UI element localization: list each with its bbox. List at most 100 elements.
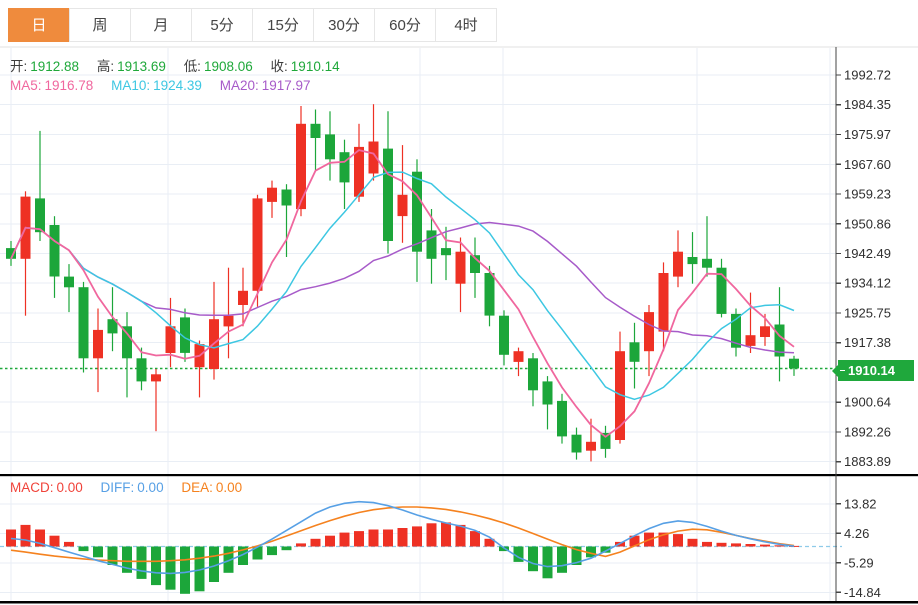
ohlc-legend: 开: 1912.88 高: 1913.69 低: 1908.06 收: 1910.14 [10, 55, 354, 75]
candle-body [238, 290, 248, 305]
tab-15min[interactable]: 15分 [252, 8, 314, 42]
macd-bar [151, 546, 161, 586]
candle-body [339, 152, 350, 183]
macd-bar [760, 544, 770, 547]
candle-body [571, 434, 582, 453]
candle-body [499, 315, 509, 355]
candle-body [64, 276, 74, 288]
candle-body [252, 198, 263, 291]
axis-tick-label: -5.29 [844, 555, 874, 570]
macd-bar [165, 546, 176, 590]
macd-bar [296, 543, 306, 547]
candle-body [310, 123, 321, 138]
close-value: 1910.14 [290, 59, 340, 74]
candle-body [165, 326, 176, 353]
current-price-value: 1910.14 [848, 363, 895, 378]
macd-bar [310, 538, 321, 547]
candle-body [557, 400, 567, 437]
axis-tick-label: -14.84 [844, 585, 881, 600]
candle-body [629, 342, 640, 362]
low-label: 低: [183, 59, 201, 74]
grid-layer [0, 48, 836, 601]
macd-bar [64, 541, 74, 547]
macd-bar [542, 546, 553, 579]
candle-body [789, 358, 799, 369]
candle-body [760, 326, 770, 337]
candle-body [93, 329, 103, 359]
candle-body [325, 134, 335, 160]
bottom-border [0, 601, 918, 604]
macd-bar [702, 541, 712, 547]
candle-body [687, 257, 698, 265]
macd-bar [441, 522, 451, 547]
candle-body [35, 198, 45, 233]
candle-body [586, 441, 596, 451]
macd-bar [383, 529, 393, 547]
open-label: 开: [10, 59, 28, 74]
macd-bar [267, 546, 277, 556]
candle-body [122, 326, 132, 359]
macd-bar [470, 531, 480, 547]
diff-value: 0.00 [137, 480, 164, 495]
macd-bar [78, 546, 89, 552]
ohlc-high: 高: 1913.69 [97, 59, 166, 74]
candle-body [513, 351, 524, 362]
axis-tick-label: 1883.89 [844, 454, 891, 469]
candle-body [267, 187, 277, 202]
diff-label: DIFF: [100, 480, 135, 495]
ma20-label: MA20: [219, 78, 259, 93]
axis-tick-label: 13.82 [844, 496, 877, 511]
candle-body [397, 194, 408, 217]
timeframe-tabbar: 日周月 5分 15分 30分 60分 4时 [8, 8, 497, 42]
dea-value: 0.00 [215, 480, 243, 495]
ma20-legend: MA20: 1917.97 [220, 78, 311, 93]
axis-tick-label: 1942.49 [844, 246, 891, 261]
tab-30min[interactable]: 30分 [313, 8, 375, 42]
candle-body [528, 358, 538, 391]
candle-body [426, 230, 437, 259]
candle-body [441, 248, 451, 256]
axis-tick-label: 1925.75 [844, 306, 891, 321]
ma20-value: 1917.97 [261, 78, 311, 93]
axis-tick-label: 1992.72 [844, 68, 891, 83]
candle-body [484, 273, 495, 316]
axis-tick-label: 1984.35 [844, 97, 891, 112]
macd-bar [745, 544, 756, 547]
panel-separator [0, 474, 918, 477]
tab-month[interactable]: 月 [130, 8, 192, 42]
candle-body [383, 148, 393, 241]
macd-value-legend: MACD: 0.00 [10, 480, 83, 495]
macd-bar [339, 532, 350, 547]
candle-body [151, 374, 161, 382]
candle-body [281, 189, 292, 206]
macd-bar [397, 528, 408, 547]
macd-bar [687, 538, 698, 547]
axis-tick-label: 1950.86 [844, 216, 891, 231]
candle-body [658, 273, 669, 332]
candle-body [644, 312, 654, 352]
tab-day[interactable]: 日 [8, 8, 70, 42]
high-label: 高: [96, 59, 115, 74]
diff-value-legend: DIFF: 0.00 [101, 480, 164, 495]
tab-4hour[interactable]: 4时 [435, 8, 497, 42]
dea-value-legend: DEA: 0.00 [181, 480, 242, 495]
macd-bar [20, 524, 31, 547]
tab-5min[interactable]: 5分 [191, 8, 253, 42]
ma5-label: MA5: [10, 78, 42, 93]
ohlc-close: 收: 1910.14 [271, 59, 340, 74]
macd-bar [412, 526, 422, 547]
trading-chart-app: 1992.72 1984.35 1975.97 1967.60 1959.23 1950.… [0, 0, 918, 605]
candle-body [49, 225, 60, 277]
tab-60min[interactable]: 60分 [374, 8, 436, 42]
tab-week[interactable]: 周 [69, 8, 131, 42]
macd-bar [180, 546, 190, 594]
axis-tick-label: 1967.60 [844, 157, 891, 172]
axis-tick-label: 1934.12 [844, 276, 891, 291]
candle-body [673, 251, 683, 277]
ma-legend: MA5: 1916.78 MA10: 1924.39 MA20: 1917.97 [10, 78, 325, 93]
ma5-value: 1916.78 [44, 78, 94, 93]
axis-tick-label: 4.26 [844, 526, 869, 541]
candle-body [354, 146, 364, 197]
axis-tick-label: 1892.26 [844, 425, 891, 440]
ohlc-open: 开: 1912.88 [10, 59, 79, 74]
